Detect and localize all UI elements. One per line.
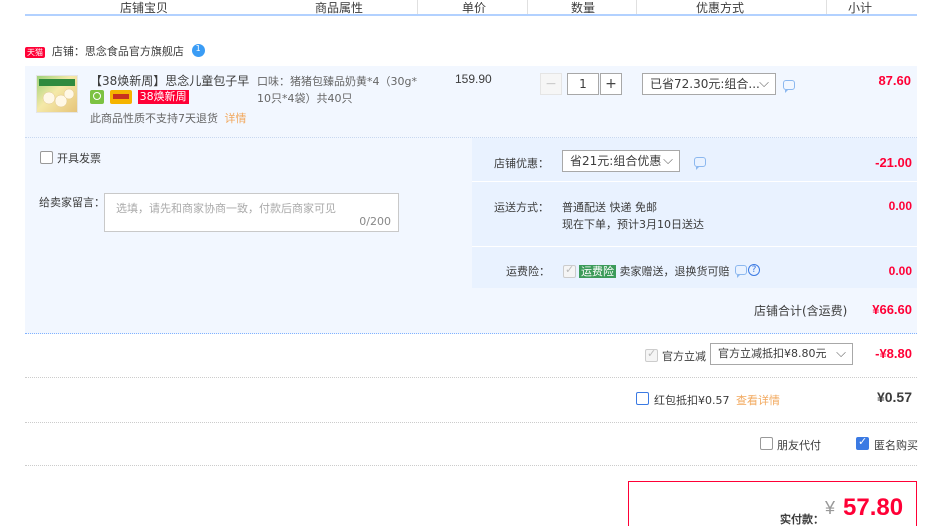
item-subtotal: 87.60 [878, 73, 911, 88]
panel-divider [472, 181, 917, 182]
official-discount-value: 官方立减抵扣¥8.80元 [718, 347, 827, 360]
shop-line: 天猫 店铺：思念食品官方旗舰店 1 [25, 43, 205, 59]
shop-total-amount: ¥66.60 [872, 302, 912, 317]
invoice-checkbox[interactable] [40, 151, 53, 164]
official-discount-label: 官方立减 [662, 350, 706, 363]
invoice-label: 开具发票 [57, 152, 101, 165]
product-thumbnail[interactable] [36, 75, 78, 113]
redpacket-checkbox[interactable] [636, 392, 649, 405]
message-counter: 0/200 [359, 215, 391, 228]
official-discount-amount: -¥8.80 [875, 346, 912, 361]
header-divider [527, 0, 528, 14]
product-title[interactable]: 【38焕新周】思念儿童包子早... [90, 72, 250, 89]
column-header: 店铺宝贝 商品属性 单价 数量 优惠方式 小计 [25, 0, 917, 16]
product-attributes: 口味：猪猪包臻品奶黄*4（30g* 10只*4袋）共40只 [257, 73, 427, 107]
shipping-method: 普通配送 快递 免邮 [562, 201, 657, 214]
tmall-badge: 天猫 [25, 47, 45, 58]
question-icon[interactable]: ? [748, 264, 760, 276]
col-quantity: 数量 [571, 1, 596, 15]
insurance-tag: 运费险 [579, 265, 616, 278]
chevron-down-icon: ⌵ [663, 153, 673, 168]
insurance-checkbox[interactable] [563, 263, 576, 278]
shop-discount-value: 省21元:组合优惠 [570, 154, 662, 168]
chevron-down-icon: ⌵ [759, 76, 769, 91]
divider [25, 465, 917, 466]
redpacket-amount: ¥0.57 [876, 389, 912, 405]
qty-minus-button[interactable]: − [540, 73, 562, 95]
item-discount-select[interactable]: 已省72.30元:组合... ⌵ [642, 73, 776, 95]
return-note-text: 此商品性质不支持7天退货 [90, 112, 218, 125]
product-badges: 38焕新周 [90, 90, 189, 105]
anonymous-label: 匿名购买 [874, 439, 918, 452]
attribute-line-2: 10只*4袋）共40只 [257, 92, 353, 105]
shop-label: 店铺： [51, 45, 85, 58]
friend-pay-label: 朋友代付 [777, 439, 821, 452]
shipping-label: 运送方式： [494, 201, 549, 214]
redpacket-label: 红包抵扣¥0.57 [654, 394, 730, 407]
chat-bubble-icon[interactable] [735, 265, 747, 278]
chevron-down-icon: ⌵ [836, 346, 846, 361]
col-discount: 优惠方式 [696, 1, 745, 15]
friend-pay-checkbox[interactable] [760, 437, 773, 450]
wangwang-chat-icon[interactable]: 1 [191, 44, 205, 57]
official-discount-select[interactable]: 官方立减抵扣¥8.80元 ⌵ [710, 343, 853, 365]
card-icon [109, 90, 132, 104]
return-note: 此商品性质不支持7天退货 详情 [90, 110, 247, 126]
insurance-amount: 0.00 [888, 264, 912, 278]
unit-price: 159.90 [455, 72, 492, 86]
chat-bubble-icon[interactable] [694, 157, 706, 170]
col-price: 单价 [462, 1, 487, 15]
redpacket-detail-link[interactable]: 查看详情 [736, 392, 780, 408]
qty-input[interactable]: 1 [567, 73, 599, 95]
official-discount-checkbox[interactable] [645, 347, 658, 362]
service-icon [90, 90, 104, 104]
item-discount-value: 已省72.30元:组合... [650, 77, 760, 91]
payment-box: 实付款： ¥ 57.80 [628, 481, 917, 526]
shop-discount-select[interactable]: 省21元:组合优惠 ⌵ [562, 150, 680, 172]
attribute-line-1: 口味：猪猪包臻品奶黄*4（30g* [257, 75, 417, 88]
header-divider [417, 0, 418, 14]
shop-name[interactable]: 思念食品官方旗舰店 [85, 45, 184, 58]
col-attributes: 商品属性 [315, 1, 364, 15]
col-shop-item: 店铺宝贝 [120, 1, 169, 15]
payment-label: 实付款： [780, 513, 824, 526]
insurance-label: 运费险： [506, 265, 550, 278]
promo-tag: 38焕新周 [137, 90, 189, 104]
shop-total-label: 店铺合计(含运费) [754, 304, 848, 318]
message-placeholder: 选填，请先和商家协商一致，付款后商家可见 [116, 202, 336, 215]
divider [25, 377, 917, 378]
insurance-text: 卖家赠送，退换货可赔 [619, 265, 730, 278]
shop-discount-label: 店铺优惠： [494, 157, 549, 170]
anonymous-checkbox[interactable] [856, 435, 869, 450]
divider [25, 422, 917, 423]
header-divider [636, 0, 637, 14]
message-textarea[interactable]: 选填，请先和商家协商一致，付款后商家可见 0/200 [104, 193, 399, 232]
shipping-amount: 0.00 [888, 199, 912, 213]
shop-discount-amount: -21.00 [875, 155, 912, 170]
shipping-info: 普通配送 快递 免邮 现在下单，预计3月10日送达 [562, 199, 704, 233]
payment-amount: 57.80 [843, 494, 904, 521]
shipping-eta: 现在下单，预计3月10日送达 [562, 218, 704, 231]
item-row: 【38焕新周】思念儿童包子早... 38焕新周 此商品性质不支持7天退货 详情 … [25, 66, 917, 138]
chat-bubble-icon[interactable] [783, 80, 795, 93]
message-label: 给卖家留言： [39, 196, 105, 209]
panel-divider [472, 246, 917, 247]
col-subtotal: 小计 [848, 1, 873, 15]
return-detail-link[interactable]: 详情 [225, 112, 247, 125]
header-divider [826, 0, 827, 14]
qty-plus-button[interactable]: + [600, 73, 622, 95]
payment-currency: ¥ [825, 498, 836, 518]
insurance-info: 运费险 卖家赠送，退换货可赔 [579, 263, 730, 279]
